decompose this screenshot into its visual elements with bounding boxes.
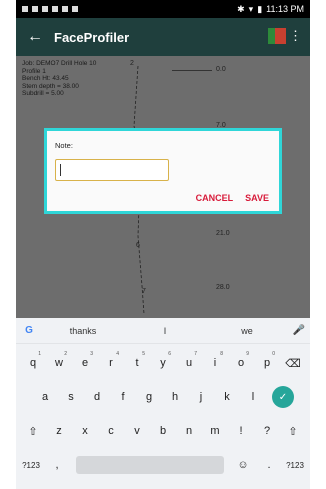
info-line: Stem depth = 38.00 — [22, 82, 79, 90]
key-g[interactable]: g — [136, 391, 162, 403]
battery-icon: ▮ — [257, 3, 263, 14]
backspace-icon[interactable]: ⌫ — [280, 357, 306, 370]
key-b[interactable]: b — [150, 425, 176, 437]
depth-label: 21.0 — [216, 230, 230, 237]
bluetooth-icon: ✱ — [237, 3, 245, 14]
key-i[interactable]: 8i — [202, 351, 228, 369]
profile-point-label: 7 — [142, 288, 146, 295]
depth-label: 0.0 — [216, 66, 226, 73]
notification-icon — [52, 6, 58, 12]
notification-icon — [32, 6, 38, 12]
flag-icon[interactable] — [268, 28, 286, 44]
mic-icon[interactable]: 🎤 — [288, 325, 310, 336]
info-line: Job: DEMO7 Drill Hole 10 — [22, 60, 97, 67]
key-h[interactable]: h — [162, 391, 188, 403]
key-y[interactable]: 6y — [150, 351, 176, 369]
device-frame: ✱ ▾ ▮ 11:13 PM ← FaceProfiler ⋮ Job: DEM… — [16, 0, 310, 489]
depth-tick — [172, 70, 212, 71]
keyboard-row-4: ?123 , ☺ . ?123 — [16, 450, 310, 480]
key-s[interactable]: s — [58, 391, 84, 403]
key-k[interactable]: k — [214, 391, 240, 403]
shift-icon[interactable]: ⇧ — [280, 425, 306, 438]
key-t[interactable]: 5t — [124, 351, 150, 369]
key-x[interactable]: x — [72, 425, 98, 437]
symbols-key-right[interactable]: ?123 — [282, 461, 308, 470]
suggestion-item[interactable]: we — [206, 326, 288, 336]
key-l[interactable]: l — [240, 391, 266, 403]
key-n[interactable]: n — [176, 425, 202, 437]
comma-key[interactable]: , — [44, 459, 70, 471]
note-label: Note: — [55, 141, 73, 150]
key-f[interactable]: f — [110, 391, 136, 403]
note-input[interactable] — [55, 159, 169, 181]
key-w[interactable]: 2w — [46, 351, 72, 369]
depth-label: 28.0 — [216, 284, 230, 291]
space-bar[interactable] — [76, 456, 224, 474]
symbols-key[interactable]: ?123 — [18, 461, 44, 470]
save-button[interactable]: SAVE — [245, 193, 269, 203]
key-q[interactable]: 1q — [20, 351, 46, 369]
suggestion-item[interactable]: I — [124, 326, 206, 336]
notification-icon — [72, 6, 78, 12]
key-m[interactable]: m — [202, 425, 228, 437]
notification-icon — [42, 6, 48, 12]
status-time: 11:13 PM — [266, 4, 304, 14]
key-exclamation[interactable]: ! — [228, 425, 254, 437]
suggestion-bar: G thanks I we 🎤 — [16, 318, 310, 344]
notification-icons — [22, 6, 78, 12]
key-v[interactable]: v — [124, 425, 150, 437]
info-line: Bench Ht: 43.45 — [22, 75, 69, 82]
key-question[interactable]: ? — [254, 425, 280, 437]
key-j[interactable]: j — [188, 391, 214, 403]
keyboard-row-3: ⇧ z x c v b n m ! ? ⇧ — [16, 416, 310, 446]
overflow-menu-icon[interactable]: ⋮ — [289, 28, 302, 44]
wifi-icon: ▾ — [248, 3, 254, 14]
key-p[interactable]: 0p — [254, 351, 280, 369]
key-r[interactable]: 4r — [98, 351, 124, 369]
app-bar: ← FaceProfiler ⋮ — [16, 18, 310, 56]
keyboard-row-2: a s d f g h j k l ✓ — [16, 382, 310, 412]
key-c[interactable]: c — [98, 425, 124, 437]
notification-icon — [62, 6, 68, 12]
period-key[interactable]: . — [256, 459, 282, 471]
dialog-buttons: CANCEL SAVE — [196, 193, 269, 203]
profile-point-label: 2 — [130, 60, 134, 67]
key-d[interactable]: d — [84, 391, 110, 403]
notification-icon — [22, 6, 28, 12]
key-e[interactable]: 3e — [72, 351, 98, 369]
info-line: Profile 1 — [22, 67, 46, 75]
shift-icon[interactable]: ⇧ — [20, 425, 46, 438]
google-g-icon[interactable]: G — [16, 325, 42, 336]
key-u[interactable]: 7u — [176, 351, 202, 369]
suggestion-item[interactable]: thanks — [42, 326, 124, 336]
key-o[interactable]: 9o — [228, 351, 254, 369]
soft-keyboard: G thanks I we 🎤 1q 2w 3e 4r 5t 6y 7u 8i … — [16, 318, 310, 489]
info-block: Job: DEMO7 Drill Hole 10 Profile 1 Bench… — [22, 60, 96, 98]
key-a[interactable]: a — [32, 391, 58, 403]
app-title: FaceProfiler — [54, 29, 130, 45]
key-z[interactable]: z — [46, 425, 72, 437]
checkmark-icon[interactable]: ✓ — [272, 386, 294, 408]
profile-point-label: 6 — [136, 242, 140, 249]
status-right: ✱ ▾ ▮ 11:13 PM — [237, 4, 304, 15]
note-dialog: Note: CANCEL SAVE — [44, 128, 282, 214]
status-bar: ✱ ▾ ▮ 11:13 PM — [16, 0, 310, 18]
info-line: Subdrill = 5.00 — [22, 90, 64, 97]
emoji-icon[interactable]: ☺ — [230, 459, 256, 471]
cancel-button[interactable]: CANCEL — [196, 193, 234, 203]
keyboard-row-1: 1q 2w 3e 4r 5t 6y 7u 8i 9o 0p ⌫ — [16, 348, 310, 378]
text-cursor — [60, 164, 61, 176]
back-arrow-icon[interactable]: ← — [16, 28, 54, 46]
